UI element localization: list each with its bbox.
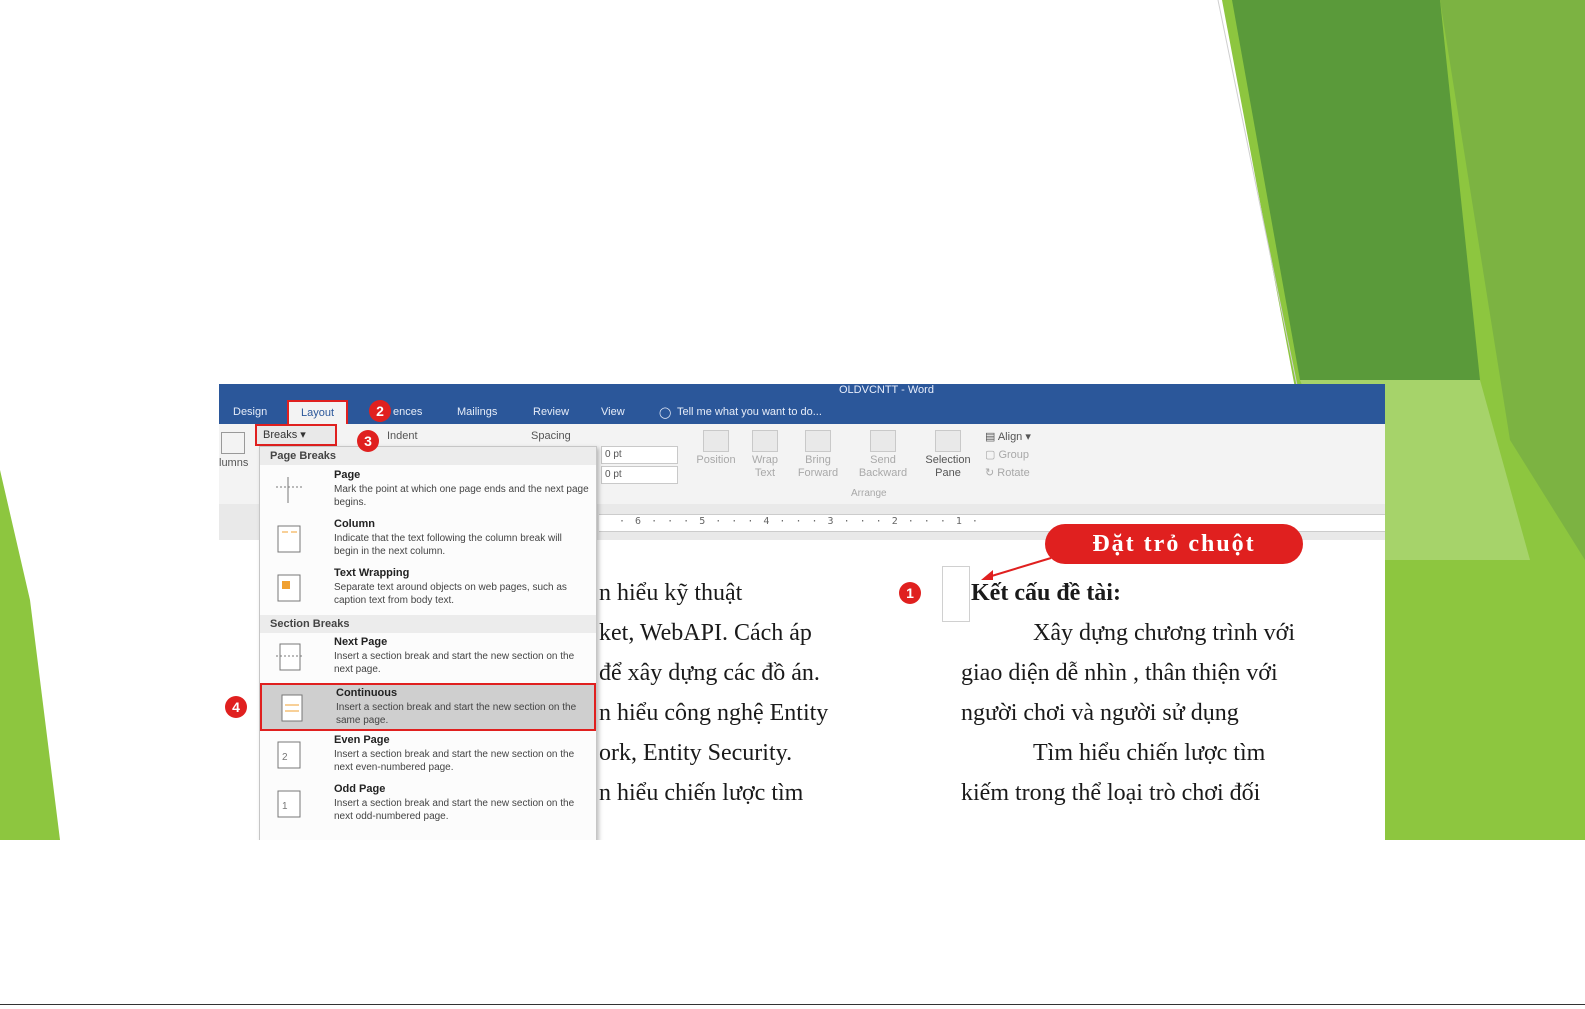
callout-arrow	[981, 557, 1052, 580]
bring-forward-icon	[805, 430, 831, 452]
doc-heading: Kết cấu đề tài:	[971, 580, 1121, 606]
arrow-head-icon	[981, 570, 993, 580]
arrow-line	[984, 557, 1052, 579]
step-badge-4: 4	[225, 696, 247, 718]
spacing-label: Spacing	[531, 430, 571, 442]
menu-item-desc: Separate text around objects on web page…	[334, 582, 567, 606]
wrap-text-button[interactable]: Wrap Text	[745, 430, 785, 480]
doc-right-line-2: giao diện dễ nhìn , thân thiện với	[961, 660, 1278, 686]
next-page-icon	[276, 643, 302, 671]
doc-left-line-2: ket, WebAPI. Cách áp	[599, 620, 812, 646]
menu-item-title: Text Wrapping	[334, 567, 410, 579]
indent-label: Indent	[387, 430, 418, 442]
menu-item-continuous[interactable]: Continuous Insert a section break and st…	[260, 683, 596, 731]
bring-forward-button[interactable]: Bring Forward	[789, 430, 847, 480]
doc-right-line-5: kiếm trong thể loại trò chơi đối	[961, 780, 1261, 806]
doc-right-line-3: người chơi và người sử dụng	[961, 700, 1239, 726]
columns-label: lumns	[219, 457, 249, 469]
window-title: OLDVCNTT - Word	[839, 384, 934, 396]
wrap-text-icon	[752, 430, 778, 452]
align-button[interactable]: ▤ Align ▾	[985, 430, 1031, 443]
svg-text:2: 2	[282, 752, 288, 763]
menu-item-odd-page[interactable]: 1 Odd Page Insert a section break and st…	[260, 781, 596, 829]
green-shape-right-dark	[1232, 0, 1480, 380]
even-page-icon: 2	[277, 741, 301, 769]
menu-item-title: Next Page	[334, 636, 388, 648]
menu-item-desc: Insert a section break and start the new…	[334, 798, 575, 822]
step-badge-1: 1	[899, 582, 921, 604]
menu-item-next-page[interactable]: Next Page Insert a section break and sta…	[260, 634, 596, 682]
tab-review[interactable]: Review	[533, 406, 569, 418]
doc-right-line-1: Xây dựng chương trình với	[1033, 620, 1296, 646]
odd-page-icon: 1	[277, 790, 301, 818]
doc-left-line-6: n hiểu chiến lược tìm	[599, 780, 804, 806]
bottom-divider	[0, 1004, 1585, 1005]
column-break-icon	[277, 525, 301, 553]
tab-layout[interactable]: Layout	[286, 400, 349, 426]
rotate-button[interactable]: ↻ Rotate	[985, 466, 1030, 479]
menu-item-desc: Insert a section break and start the new…	[336, 702, 577, 726]
step-badge-3: 3	[357, 430, 379, 452]
text-wrapping-icon	[277, 574, 301, 602]
doc-left-line-1: n hiểu kỹ thuật	[599, 580, 743, 606]
continuous-icon	[281, 694, 303, 722]
breaks-menu: Page Breaks Page Mark the point at which…	[259, 446, 597, 840]
selection-pane-icon	[935, 430, 961, 452]
page-breaks-header: Page Breaks	[260, 447, 596, 465]
doc-left-line-3: để xây dựng các đồ án.	[599, 660, 820, 686]
section-breaks-header: Section Breaks	[260, 615, 596, 633]
menu-item-desc: Insert a section break and start the new…	[334, 749, 575, 773]
menu-item-desc: Indicate that the text following the col…	[334, 533, 562, 557]
doc-left-line-4: n hiểu công nghệ Entity	[599, 700, 829, 726]
position-icon	[703, 430, 729, 452]
spacing-after-input[interactable]: 0 pt	[601, 466, 678, 484]
menu-item-title: Page	[334, 469, 361, 481]
tab-mailings[interactable]: Mailings	[457, 406, 497, 418]
tell-me-search[interactable]: Tell me what you want to do...	[677, 406, 822, 418]
cursor-placeholder	[942, 566, 970, 622]
columns-icon[interactable]	[221, 432, 245, 454]
arrange-group-label: Arrange	[851, 488, 887, 499]
selection-pane-button[interactable]: Selection Pane	[919, 430, 977, 480]
callout-label: Đặt trỏ chuột	[1045, 524, 1303, 564]
step-badge-2: 2	[369, 400, 391, 422]
menu-item-even-page[interactable]: 2 Even Page Insert a section break and s…	[260, 732, 596, 780]
bottom-area	[0, 840, 1585, 1009]
menu-item-title: Column	[334, 518, 375, 530]
menu-item-desc: Insert a section break and start the new…	[334, 651, 575, 675]
menu-item-title: Odd Page	[334, 783, 386, 795]
lightbulb-icon: ◯	[659, 407, 672, 419]
green-shape-left	[0, 470, 60, 840]
send-backward-icon	[870, 430, 896, 452]
group-button[interactable]: ▢ Group	[985, 448, 1029, 461]
menu-item-page[interactable]: Page Mark the point at which one page en…	[260, 467, 596, 515]
spacing-before-input[interactable]: 0 pt	[601, 446, 678, 464]
menu-item-title: Even Page	[334, 734, 390, 746]
doc-right-line-4: Tìm hiểu chiến lược tìm	[1033, 740, 1266, 766]
breaks-button[interactable]: Breaks ▾	[255, 424, 337, 446]
tab-design[interactable]: Design	[233, 406, 267, 418]
slide: OLDVCNTT - Word Design Layout ences Mail…	[0, 0, 1585, 840]
ribbon-tabs: Design Layout ences Mailings Review View…	[219, 400, 1385, 426]
tab-view[interactable]: View	[601, 406, 625, 418]
position-button[interactable]: Position	[691, 430, 741, 467]
menu-item-column[interactable]: Column Indicate that the text following …	[260, 516, 596, 564]
ruler-numbers: · 6 · · · 5 · · · 4 · · · 3 · · · 2 · · …	[619, 516, 980, 527]
menu-item-text-wrapping[interactable]: Text Wrapping Separate text around objec…	[260, 565, 596, 613]
doc-left-line-5: ork, Entity Security.	[599, 740, 793, 766]
word-screenshot: OLDVCNTT - Word Design Layout ences Mail…	[219, 384, 1385, 840]
page-break-icon	[276, 477, 302, 503]
tab-references[interactable]: ences	[393, 406, 422, 418]
svg-text:1: 1	[282, 801, 288, 812]
send-backward-button[interactable]: Send Backward	[851, 430, 915, 480]
menu-item-desc: Mark the point at which one page ends an…	[334, 484, 589, 508]
menu-item-title: Continuous	[336, 687, 398, 699]
